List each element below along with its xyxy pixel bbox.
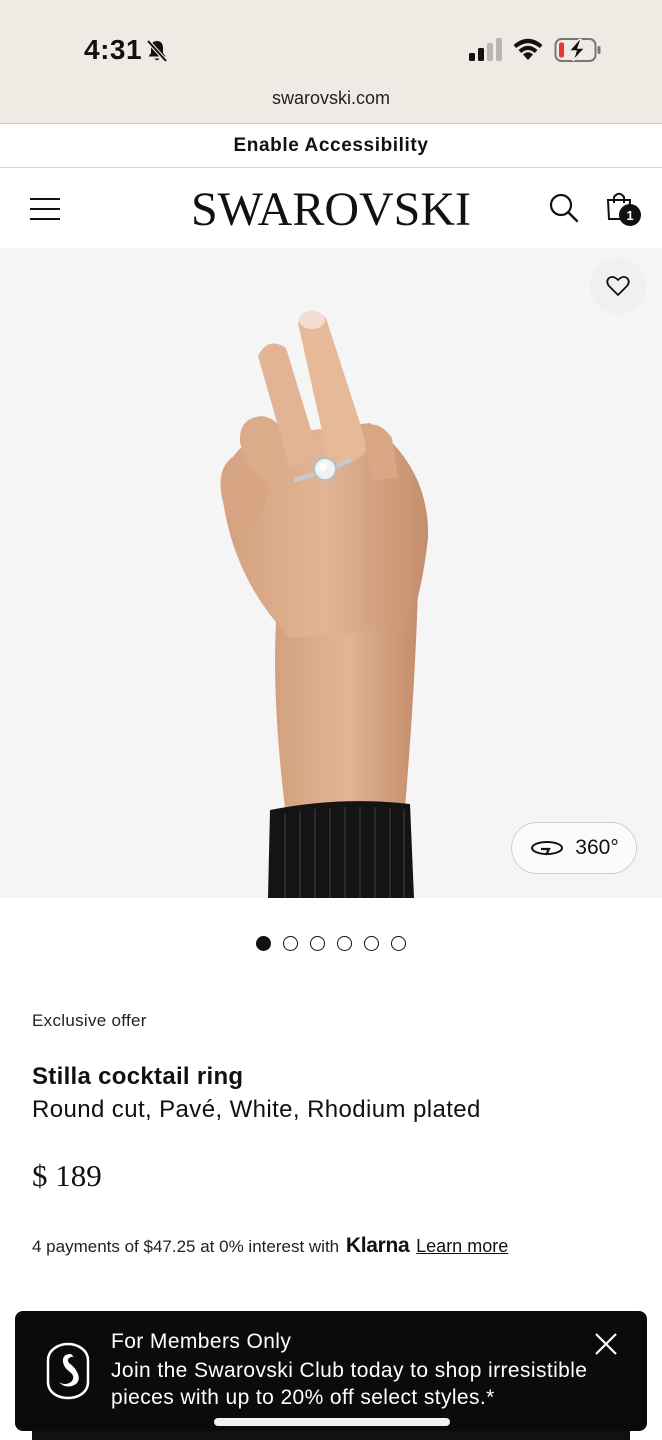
- enable-accessibility-bar[interactable]: Enable Accessibility: [0, 124, 662, 168]
- cellular-signal-icon: [469, 38, 502, 61]
- close-icon[interactable]: [593, 1331, 619, 1357]
- heart-icon: [606, 275, 630, 296]
- shopping-bag-button[interactable]: 1: [604, 190, 644, 230]
- home-indicator[interactable]: [214, 1418, 450, 1426]
- carousel-dot[interactable]: [283, 936, 298, 951]
- wishlist-button[interactable]: [590, 258, 646, 314]
- klarna-logo: Klarna: [345, 1234, 410, 1257]
- carousel-dot[interactable]: [337, 936, 352, 951]
- exclusive-offer-label: Exclusive offer: [32, 1011, 147, 1030]
- members-banner-text: Join the Swarovski Club today to shop ir…: [111, 1359, 588, 1409]
- rotate-360-icon: [531, 841, 564, 856]
- carousel-dot[interactable]: [364, 936, 379, 951]
- swan-logo-icon: [46, 1342, 90, 1400]
- members-banner-title: For Members Only: [111, 1330, 292, 1353]
- battery-charging-icon: [554, 38, 601, 62]
- site-header: SWAROVSKI 1: [0, 168, 662, 248]
- product-price: $ 189: [32, 1158, 102, 1193]
- enable-accessibility-label: Enable Accessibility: [233, 134, 429, 156]
- product-name: Stilla cocktail ring: [32, 1063, 244, 1090]
- learn-more-link[interactable]: Learn more: [416, 1236, 508, 1256]
- image-carousel-dots: [0, 936, 662, 951]
- wifi-icon: [513, 38, 543, 60]
- installments-text: 4 payments of $47.25 at 0% interest with: [32, 1237, 340, 1256]
- hand-with-ring-illustration: [220, 311, 429, 898]
- klarna-installments: 4 payments of $47.25 at 0% interest with…: [32, 1234, 508, 1258]
- carousel-dot[interactable]: [310, 936, 325, 951]
- url-bar[interactable]: swarovski.com: [0, 88, 662, 109]
- carousel-dot[interactable]: [256, 936, 271, 951]
- product-image[interactable]: 360°: [0, 248, 662, 898]
- view-360-label: 360°: [575, 836, 619, 859]
- view-360-button[interactable]: 360°: [511, 822, 637, 874]
- product-description: Round cut, Pavé, White, Rhodium plated: [32, 1096, 481, 1123]
- cart-count-badge: 1: [619, 204, 641, 226]
- carousel-dot[interactable]: [391, 936, 406, 951]
- search-icon[interactable]: [548, 192, 580, 224]
- bell-silent-icon: [146, 39, 168, 63]
- browser-top-bar: 4:31 swarovski.com: [0, 0, 662, 124]
- status-time: 4:31: [84, 34, 143, 65]
- hamburger-menu-icon[interactable]: [30, 198, 60, 222]
